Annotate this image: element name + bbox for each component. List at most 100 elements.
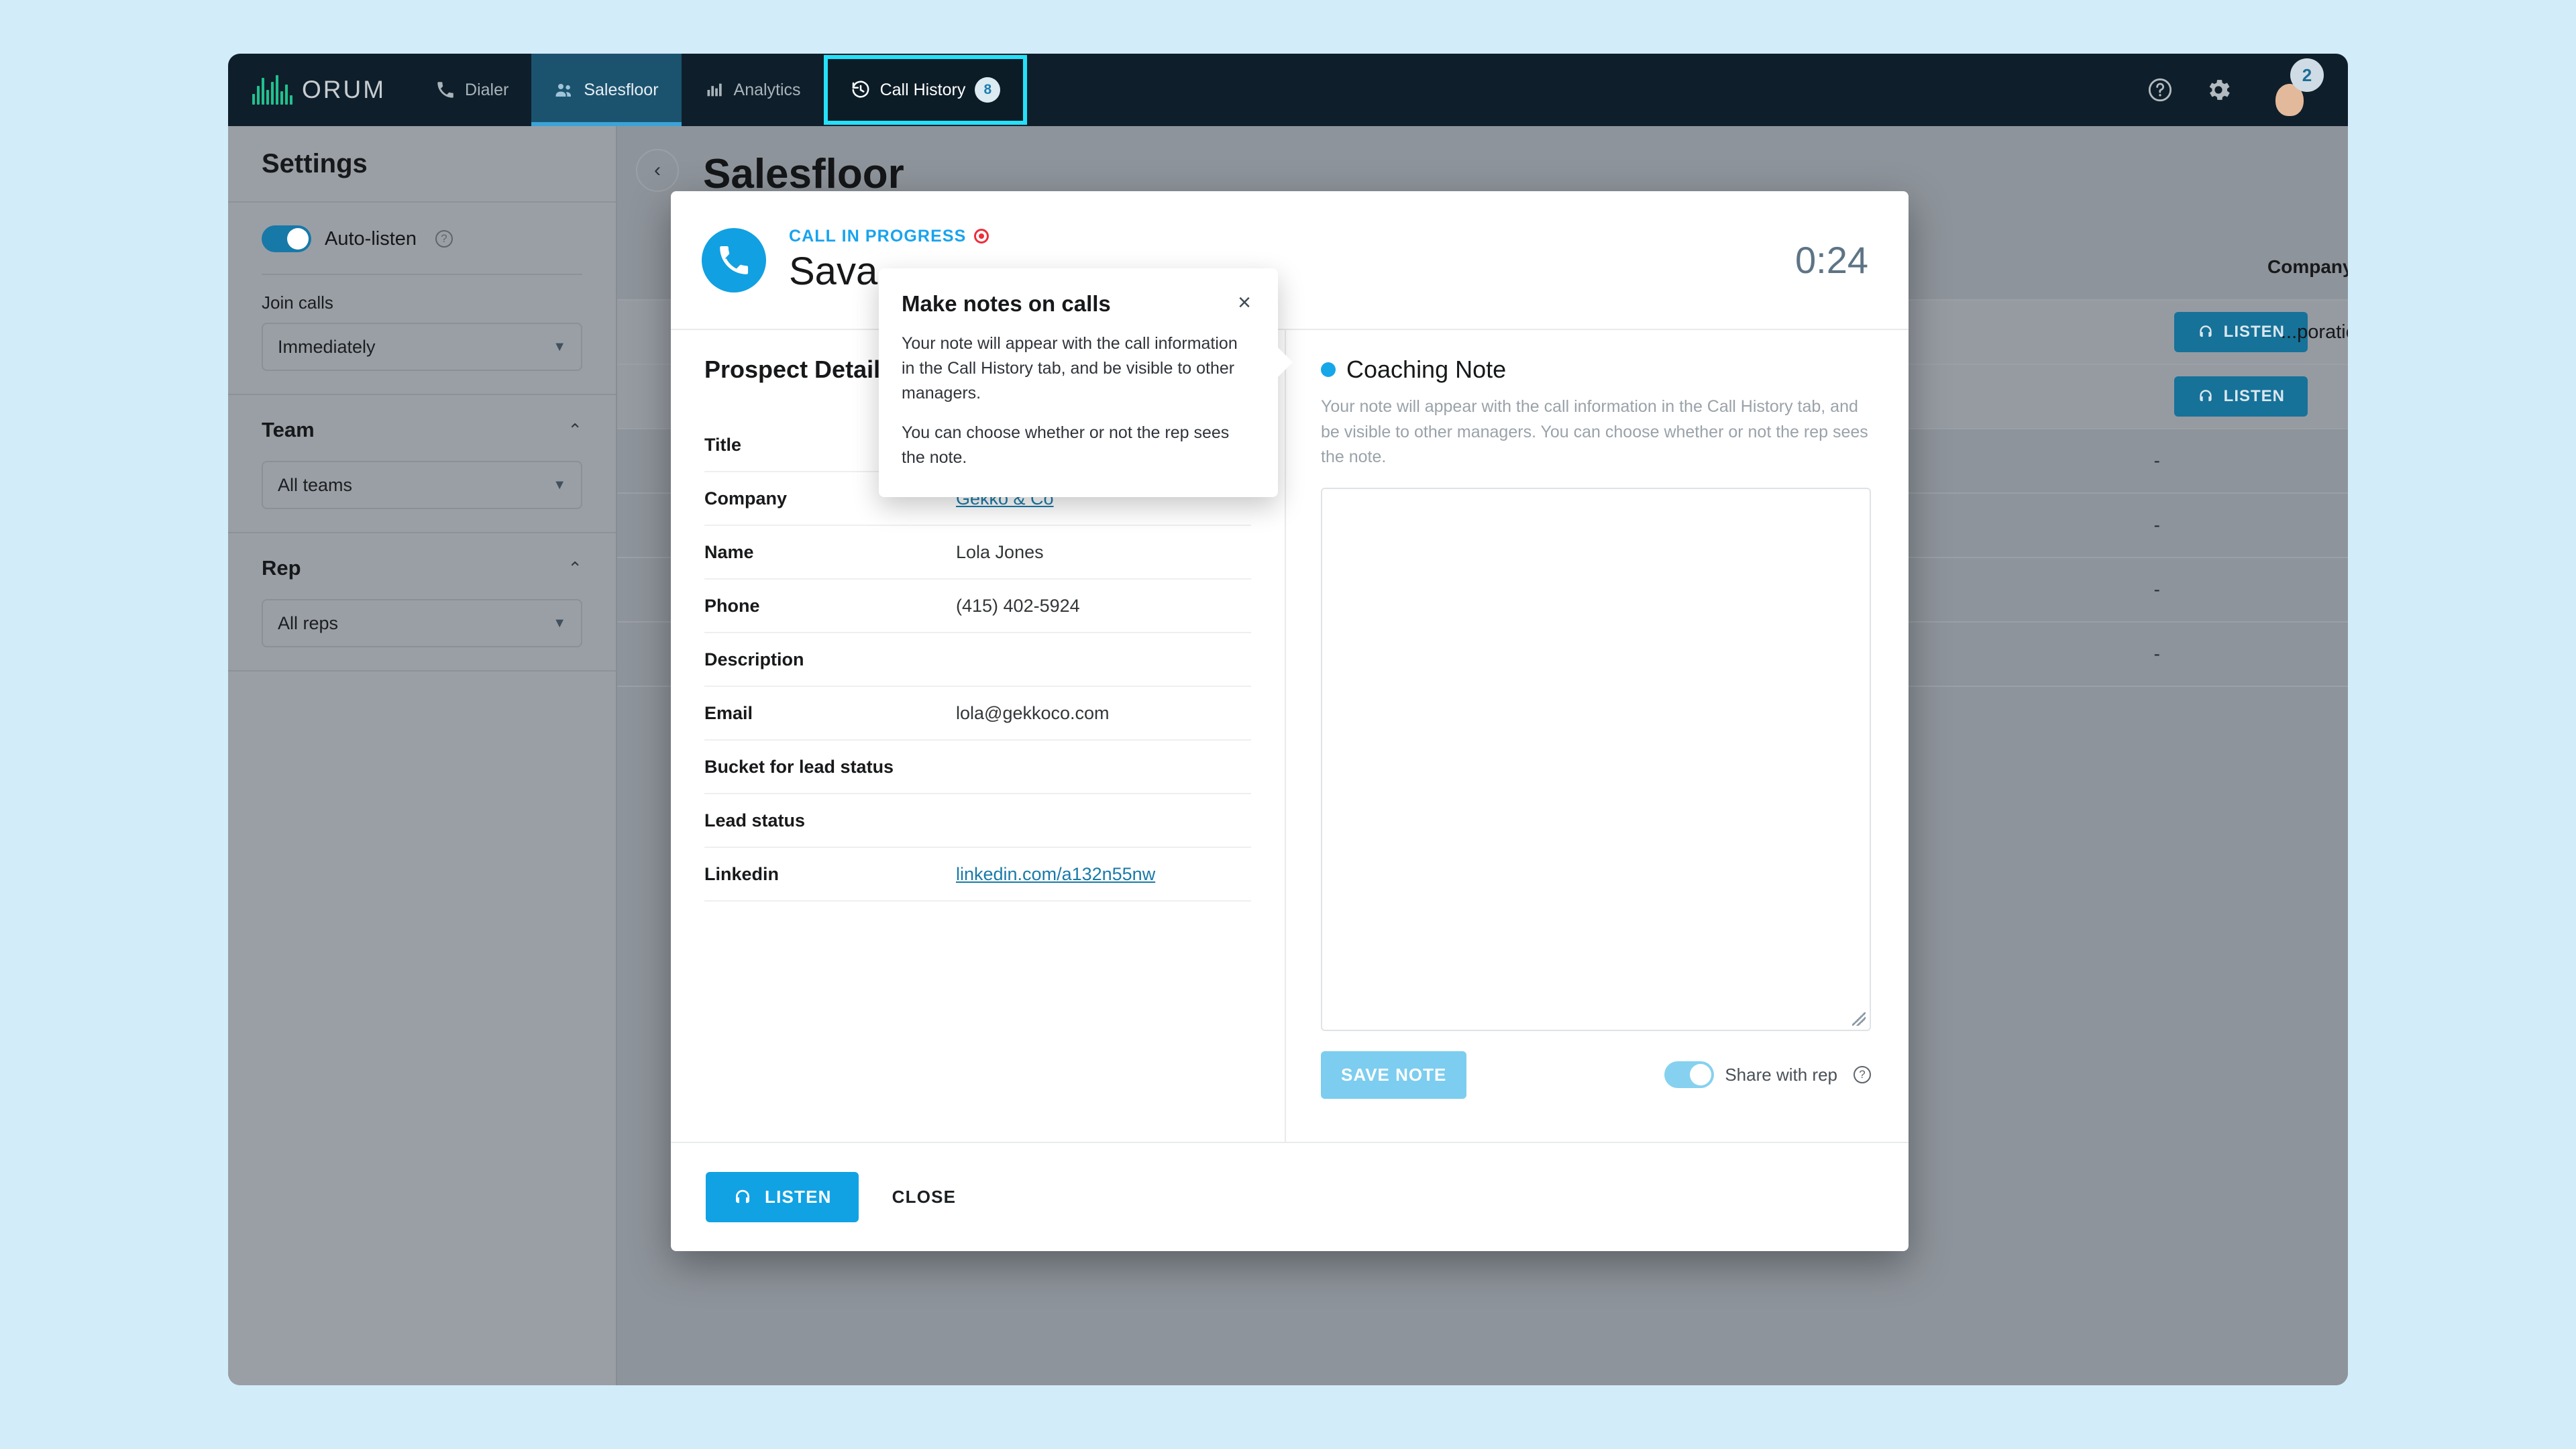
make-notes-tooltip: Make notes on calls × Your note will app… [879, 268, 1293, 497]
listen-button-label: LISTEN [765, 1187, 832, 1207]
settings-header: Settings [228, 126, 616, 203]
rep-select[interactable]: All reps ▼ [262, 599, 582, 647]
settings-section-team: Team ⌃ All teams ▼ [228, 395, 616, 533]
chevron-up-icon: ⌃ [568, 419, 582, 440]
status-dot-icon [1321, 362, 1336, 377]
divider [262, 274, 582, 275]
save-note-button[interactable]: SAVE NOTE [1321, 1051, 1467, 1099]
auto-listen-label: Auto-listen [325, 227, 417, 250]
rep-section-header[interactable]: Rep ⌃ [262, 556, 582, 580]
coaching-note-header: Coaching Note [1321, 356, 1871, 384]
detail-row-email: Email lola@gekkoco.com [704, 687, 1251, 741]
share-with-rep-row: Share with rep ? [1664, 1061, 1871, 1088]
orum-waveform-icon [252, 75, 292, 105]
detail-value: lola@gekkoco.com [956, 702, 1110, 723]
collapse-sidebar-button[interactable]: ‹ [636, 149, 679, 192]
detail-row-name: Name Lola Jones [704, 526, 1251, 580]
coaching-note-pane: Coaching Note Your note will appear with… [1286, 330, 1909, 1142]
team-select[interactable]: All teams ▼ [262, 461, 582, 509]
row-action-placeholder: - [2153, 579, 2160, 600]
settings-sidebar: Settings Auto-listen ? Join calls Immedi… [228, 126, 617, 1385]
nav-tab-analytics[interactable]: Analytics [682, 54, 824, 126]
table-cell-company: ...poration [2281, 321, 2348, 343]
people-icon [554, 80, 574, 100]
close-modal-button[interactable]: CLOSE [892, 1187, 957, 1208]
auto-listen-row: Auto-listen ? [262, 225, 582, 252]
share-with-rep-toggle[interactable] [1664, 1061, 1715, 1088]
detail-key: Lead status [704, 810, 806, 830]
detail-key: Bucket for lead status [704, 756, 894, 777]
resize-handle-icon[interactable] [1852, 1012, 1866, 1026]
detail-row-description: Description [704, 633, 1251, 687]
nav-tab-salesfloor-label: Salesfloor [584, 80, 659, 99]
avatar[interactable]: 2 [2263, 58, 2324, 116]
rep-value: All reps [278, 612, 339, 633]
modal-footer: LISTEN CLOSE [671, 1142, 1909, 1251]
chevron-down-icon: ▼ [553, 339, 566, 354]
chevron-up-icon: ⌃ [568, 557, 582, 578]
modal-header: CALL IN PROGRESS Sava 0:24 [671, 191, 1909, 329]
tooltip-header: Make notes on calls × [902, 291, 1251, 317]
gear-icon[interactable] [2204, 76, 2233, 104]
detail-key: Email [704, 702, 753, 723]
coaching-note-title: Coaching Note [1346, 356, 1507, 383]
nav-tab-call-history[interactable]: Call History 8 [823, 55, 1028, 125]
call-history-badge: 8 [975, 77, 1001, 103]
phone-icon [435, 80, 455, 100]
tooltip-paragraph-2: You can choose whether or not the rep se… [902, 423, 1230, 467]
team-value: All teams [278, 474, 353, 495]
nav-tab-analytics-label: Analytics [733, 80, 801, 99]
top-navigation-bar: ORUM Dialer Salesfloor Analytics Call Hi… [228, 54, 2348, 126]
share-with-rep-label: Share with rep [1725, 1064, 1837, 1085]
row-action-placeholder: - [2153, 643, 2160, 664]
listen-button[interactable]: LISTEN [706, 1172, 859, 1222]
nav-tab-call-history-label: Call History [879, 80, 966, 99]
call-status-label: CALL IN PROGRESS [789, 226, 967, 246]
settings-section-general: Auto-listen ? Join calls Immediately ▼ [228, 203, 616, 395]
call-status: CALL IN PROGRESS [789, 227, 989, 246]
call-timer: 0:24 [1795, 239, 1868, 281]
nav-tab-dialer[interactable]: Dialer [413, 54, 531, 126]
rep-label: Rep [262, 556, 301, 580]
row-listen-button[interactable]: LISTEN [2174, 376, 2308, 417]
bar-chart-icon [704, 80, 724, 100]
detail-value-linkedin-link[interactable]: linkedin.com/a132n55nw [956, 864, 1155, 885]
join-calls-label: Join calls [262, 292, 333, 313]
auto-listen-help-icon[interactable]: ? [435, 230, 453, 248]
nav-tab-salesfloor[interactable]: Salesfloor [531, 54, 682, 126]
brand-name: ORUM [302, 76, 386, 103]
detail-key: Linkedin [704, 863, 780, 884]
modal-body: Prospect Details Title Company Gekko & C… [671, 329, 1909, 1142]
detail-row-lead-status: Lead status [704, 794, 1251, 848]
detail-row-bucket: Bucket for lead status [704, 741, 1251, 794]
detail-key: Phone [704, 595, 760, 616]
detail-key: Description [704, 649, 804, 669]
share-with-rep-help-icon[interactable]: ? [1854, 1066, 1871, 1083]
row-listen-label: LISTEN [2223, 387, 2285, 405]
phone-call-icon [702, 227, 766, 292]
team-label: Team [262, 418, 315, 441]
chevron-down-icon: ▼ [553, 477, 566, 492]
detail-value: Lola Jones [956, 541, 1044, 562]
join-calls-select[interactable]: Immediately ▼ [262, 323, 582, 371]
tooltip-paragraph-1: Your note will appear with the call info… [902, 334, 1238, 402]
team-section-header[interactable]: Team ⌃ [262, 418, 582, 442]
detail-row-linkedin: Linkedin linkedin.com/a132n55nw [704, 848, 1251, 902]
recording-indicator-icon [974, 229, 989, 244]
settings-title: Settings [262, 148, 368, 178]
detail-key: Name [704, 541, 754, 562]
coaching-note-description: Your note will appear with the call info… [1321, 397, 1868, 466]
join-calls-value: Immediately [278, 336, 376, 357]
brand-logo: ORUM [228, 54, 413, 126]
history-icon [851, 80, 871, 100]
row-action-placeholder: - [2153, 450, 2160, 471]
auto-listen-toggle[interactable] [262, 225, 311, 252]
detail-value: (415) 402-5924 [956, 595, 1080, 616]
close-icon[interactable]: × [1238, 291, 1251, 314]
avatar-notification-badge: 2 [2290, 58, 2324, 92]
coaching-note-actions: SAVE NOTE Share with rep ? [1321, 1051, 1871, 1099]
row-action-placeholder: - [2153, 515, 2160, 535]
help-circle-icon[interactable] [2147, 76, 2174, 103]
tooltip-title: Make notes on calls [902, 291, 1111, 316]
coaching-note-textarea[interactable] [1321, 487, 1871, 1031]
